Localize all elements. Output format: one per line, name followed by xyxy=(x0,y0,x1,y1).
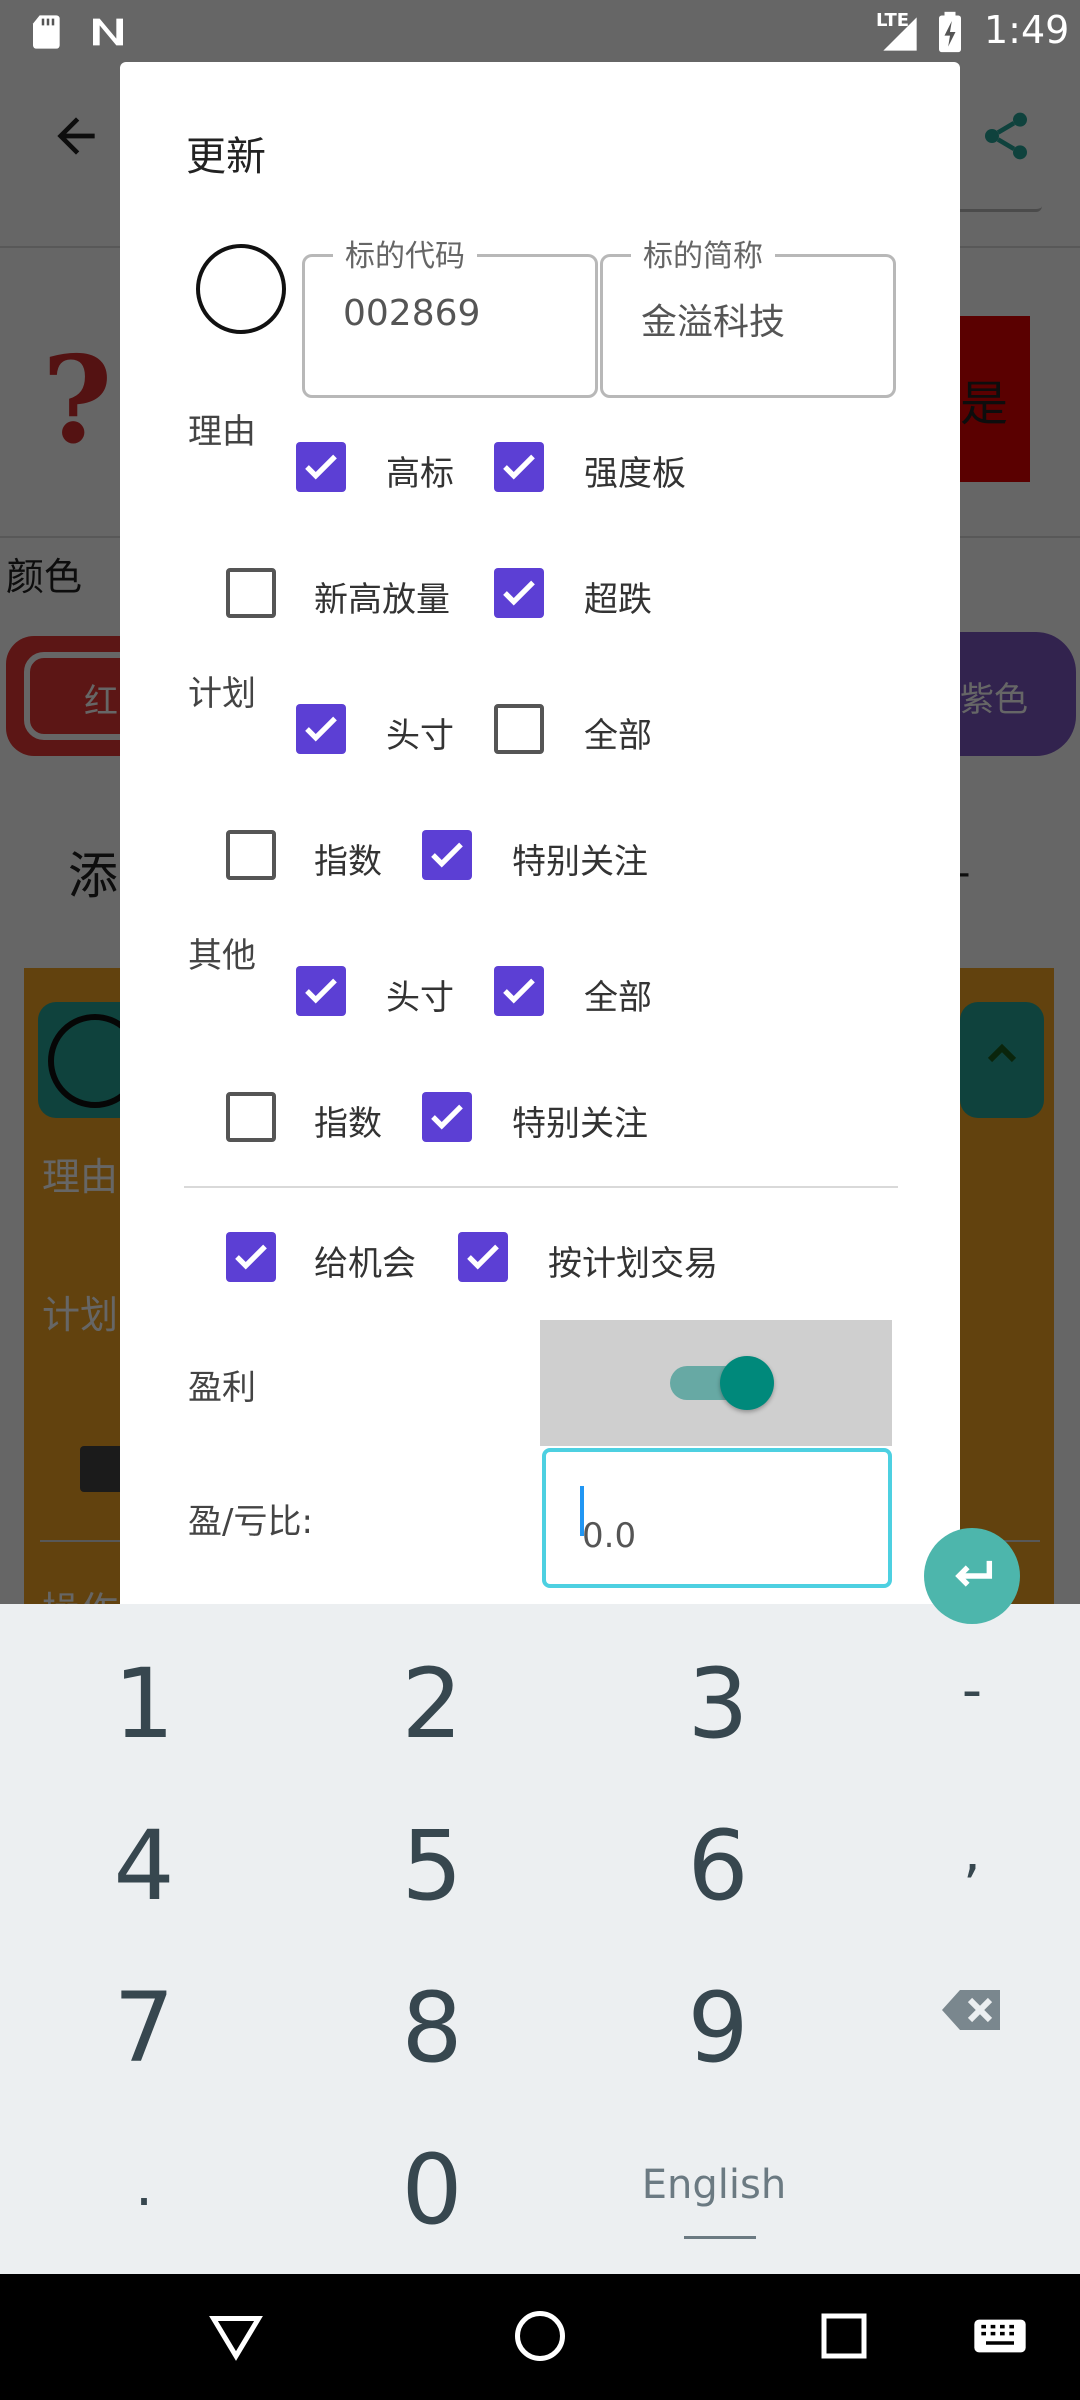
key-label: 3 xyxy=(687,1648,749,1760)
checkbox-label: 新高放量 xyxy=(314,580,450,620)
checkbox-other-index[interactable] xyxy=(226,1092,276,1142)
key-comma[interactable]: , xyxy=(872,1790,1072,1940)
name-field-label: 标的简称 xyxy=(631,231,775,275)
code-field-value: 002869 xyxy=(343,293,481,334)
profit-switch-container[interactable] xyxy=(540,1320,892,1446)
checkbox-label: 强度板 xyxy=(584,454,686,494)
key-9[interactable]: 9 xyxy=(618,1952,818,2102)
divider xyxy=(184,1186,898,1188)
checkbox-label: 全部 xyxy=(584,978,652,1018)
checkbox-label: 头寸 xyxy=(386,978,454,1018)
reason-label: 理由 xyxy=(188,412,256,452)
sd-card-icon xyxy=(33,15,60,49)
profit-switch-thumb[interactable] xyxy=(720,1356,774,1410)
checkbox-label: 特别关注 xyxy=(512,842,648,882)
name-field[interactable]: 标的简称 金溢科技 xyxy=(600,231,896,398)
key-label: , xyxy=(963,1820,981,1885)
key-8[interactable]: 8 xyxy=(332,1952,532,2102)
checkbox-label: 按计划交易 xyxy=(548,1244,718,1284)
checkbox-other-special-attention[interactable] xyxy=(422,1092,472,1142)
signal-icon xyxy=(883,17,917,51)
checkbox-trade-by-plan[interactable] xyxy=(458,1232,508,1282)
key-5[interactable]: 5 xyxy=(332,1790,532,1940)
other-label: 其他 xyxy=(188,936,256,976)
language-key[interactable]: English xyxy=(614,2114,814,2264)
checkbox-reason-oversold[interactable] xyxy=(494,568,544,618)
name-field-value: 金溢科技 xyxy=(641,302,786,343)
key-label: 2 xyxy=(401,1648,463,1760)
key-label: 0 xyxy=(401,2134,463,2246)
plan-label: 计划 xyxy=(188,674,256,714)
profit-label: 盈利 xyxy=(188,1368,256,1408)
navigation-bar xyxy=(0,2274,1080,2400)
key-0[interactable]: 0 xyxy=(332,2114,532,2264)
key-label: 1 xyxy=(113,1648,175,1760)
keyboard-switch-icon[interactable] xyxy=(972,2306,1028,2366)
checkbox-label: 全部 xyxy=(584,716,652,756)
key-minus[interactable]: - xyxy=(872,1628,1072,1778)
key-period[interactable]: . xyxy=(44,2114,244,2264)
n-app-icon xyxy=(93,18,123,46)
checkbox-plan-index[interactable] xyxy=(226,830,276,880)
recents-square-icon[interactable] xyxy=(814,2306,874,2366)
key-6[interactable]: 6 xyxy=(618,1790,818,1940)
key-2[interactable]: 2 xyxy=(332,1628,532,1778)
checkbox-label: 给机会 xyxy=(314,1244,416,1284)
key-label: 8 xyxy=(401,1972,463,2084)
checkbox-label: 指数 xyxy=(314,842,382,882)
checkbox-label: 特别关注 xyxy=(512,1104,648,1144)
status-circle[interactable] xyxy=(196,244,286,334)
clock: 1:49 xyxy=(984,8,1070,52)
code-field[interactable]: 标的代码 002869 xyxy=(302,231,598,398)
language-key-label: English xyxy=(641,2162,787,2208)
checkbox-plan-special-attention[interactable] xyxy=(422,830,472,880)
code-field-label: 标的代码 xyxy=(333,231,477,275)
checkbox-label: 高标 xyxy=(386,454,454,494)
ratio-label: 盈/亏比: xyxy=(188,1502,313,1542)
backspace-icon[interactable] xyxy=(940,1986,1004,2034)
checkbox-label: 超跌 xyxy=(584,580,652,620)
update-dialog: 更新 标的代码 002869 标的简称 金溢科技 理由 高标 强度板 新高放量 … xyxy=(120,62,960,1604)
checkbox-reason-high-mark[interactable] xyxy=(296,442,346,492)
home-circle-icon[interactable] xyxy=(510,2306,570,2366)
key-1[interactable]: 1 xyxy=(44,1628,244,1778)
checkbox-label: 头寸 xyxy=(386,716,454,756)
key-label: 9 xyxy=(687,1972,749,2084)
key-label: 7 xyxy=(113,1972,175,2084)
checkbox-label: 指数 xyxy=(314,1104,382,1144)
key-label: . xyxy=(135,2154,153,2219)
enter-key[interactable] xyxy=(924,1528,1020,1624)
key-label: 5 xyxy=(401,1810,463,1922)
key-7[interactable]: 7 xyxy=(44,1952,244,2102)
ratio-input[interactable] xyxy=(542,1448,892,1588)
key-4[interactable]: 4 xyxy=(44,1790,244,1940)
key-label: 4 xyxy=(113,1810,175,1922)
checkbox-other-position[interactable] xyxy=(296,966,346,1016)
checkbox-other-all[interactable] xyxy=(494,966,544,1016)
checkbox-reason-new-high-volume[interactable] xyxy=(226,568,276,618)
battery-charging-icon xyxy=(939,11,961,53)
enter-arrow-icon xyxy=(955,1560,993,1587)
language-indicator xyxy=(684,2236,756,2239)
checkbox-give-chance[interactable] xyxy=(226,1232,276,1282)
text-caret xyxy=(580,1486,584,1536)
checkbox-reason-strength-board[interactable] xyxy=(494,442,544,492)
dialog-title: 更新 xyxy=(186,134,266,180)
status-bar: LTE 1:49 xyxy=(0,0,1080,62)
numeric-keyboard: 1 2 3 - 4 5 6 , 7 8 9 . 0 English xyxy=(0,1604,1080,2274)
key-label: 6 xyxy=(687,1810,749,1922)
checkbox-plan-position[interactable] xyxy=(296,704,346,754)
checkbox-plan-all[interactable] xyxy=(494,704,544,754)
back-triangle-icon[interactable] xyxy=(206,2306,266,2366)
key-3[interactable]: 3 xyxy=(618,1628,818,1778)
key-label: - xyxy=(961,1658,983,1723)
